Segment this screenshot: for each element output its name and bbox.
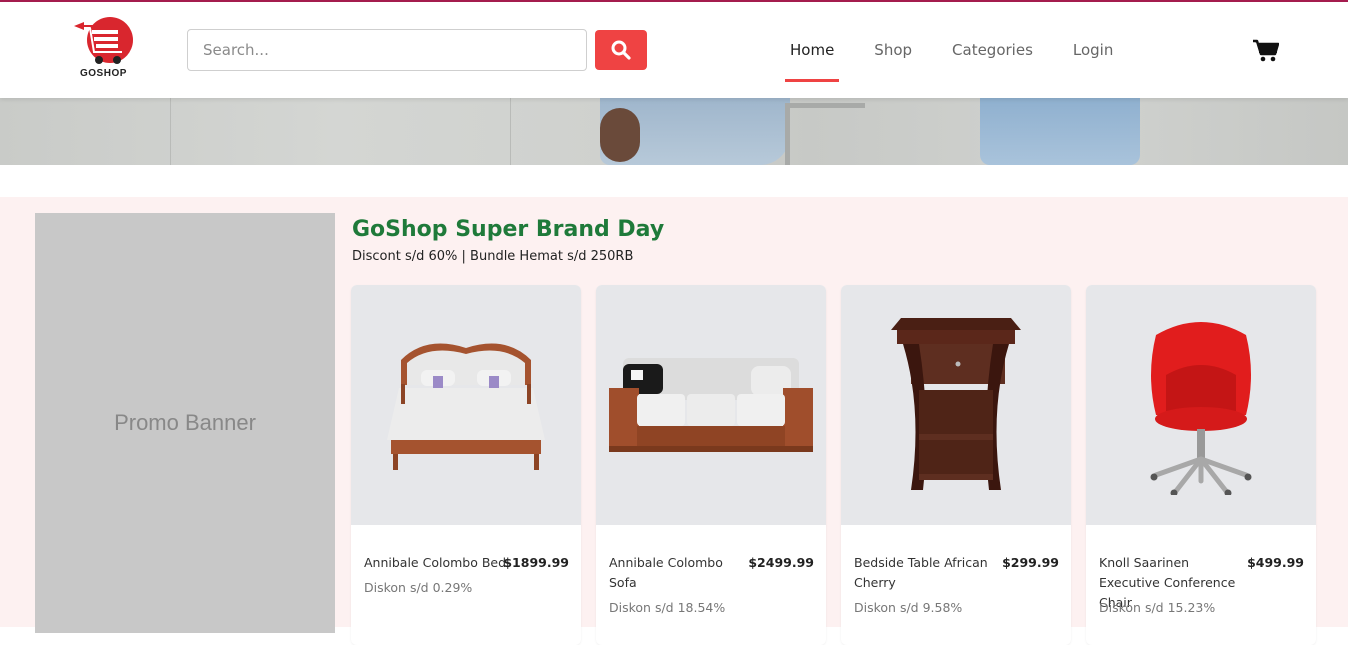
section-title: GoShop Super Brand Day [352, 217, 665, 242]
section-subtitle: Discont s/d 60% | Bundle Hemat s/d 250RB [352, 249, 634, 264]
product-image-office-chair [1086, 285, 1316, 525]
product-card[interactable]: Annibale Colombo Sofa $2499.99 Diskon s/… [596, 285, 826, 645]
goshop-logo[interactable]: GOSHOP [72, 16, 142, 82]
product-card[interactable]: Annibale Colombo Bed $1899.99 Diskon s/d… [351, 285, 581, 645]
hero-banner-image [0, 98, 1348, 165]
product-name: Annibale Colombo Sofa [609, 555, 723, 590]
product-price: $299.99 [1002, 555, 1059, 570]
promo-banner-label: Promo Banner [114, 410, 256, 435]
cart-icon[interactable] [1253, 39, 1280, 63]
logo-text: GOSHOP [80, 68, 127, 79]
search-button[interactable] [595, 30, 647, 70]
product-card[interactable]: Bedside Table African Cherry $299.99 Dis… [841, 285, 1071, 645]
product-name: Bedside Table African Cherry [854, 555, 988, 590]
product-discount: Diskon s/d 15.23% [1099, 600, 1216, 615]
product-image-sofa [596, 285, 826, 525]
product-image-bed [351, 285, 581, 525]
product-discount: Diskon s/d 0.29% [364, 580, 473, 595]
product-image-bedside-table [841, 285, 1071, 525]
product-price: $2499.99 [748, 555, 814, 570]
product-discount: Diskon s/d 9.58% [854, 600, 963, 615]
search-icon [611, 40, 631, 60]
product-price: $499.99 [1247, 555, 1304, 570]
brand-day-section: Promo Banner GoShop Super Brand Day Disc… [0, 197, 1348, 645]
search-input[interactable] [187, 29, 587, 71]
product-name: Annibale Colombo Bed [364, 555, 507, 570]
site-header: GOSHOP Home Shop Categories Login [0, 2, 1348, 98]
cart-logo-icon [74, 17, 133, 64]
nav-home[interactable]: Home [770, 2, 854, 98]
product-discount: Diskon s/d 18.54% [609, 600, 726, 615]
product-card[interactable]: Knoll Saarinen Executive Conference Chai… [1086, 285, 1316, 645]
product-price: $1899.99 [503, 555, 569, 570]
nav-login[interactable]: Login [1053, 2, 1133, 98]
nav-categories[interactable]: Categories [932, 2, 1053, 98]
nav-shop[interactable]: Shop [854, 2, 932, 98]
promo-banner[interactable]: Promo Banner [35, 213, 335, 633]
main-nav: Home Shop Categories Login [770, 2, 1133, 98]
